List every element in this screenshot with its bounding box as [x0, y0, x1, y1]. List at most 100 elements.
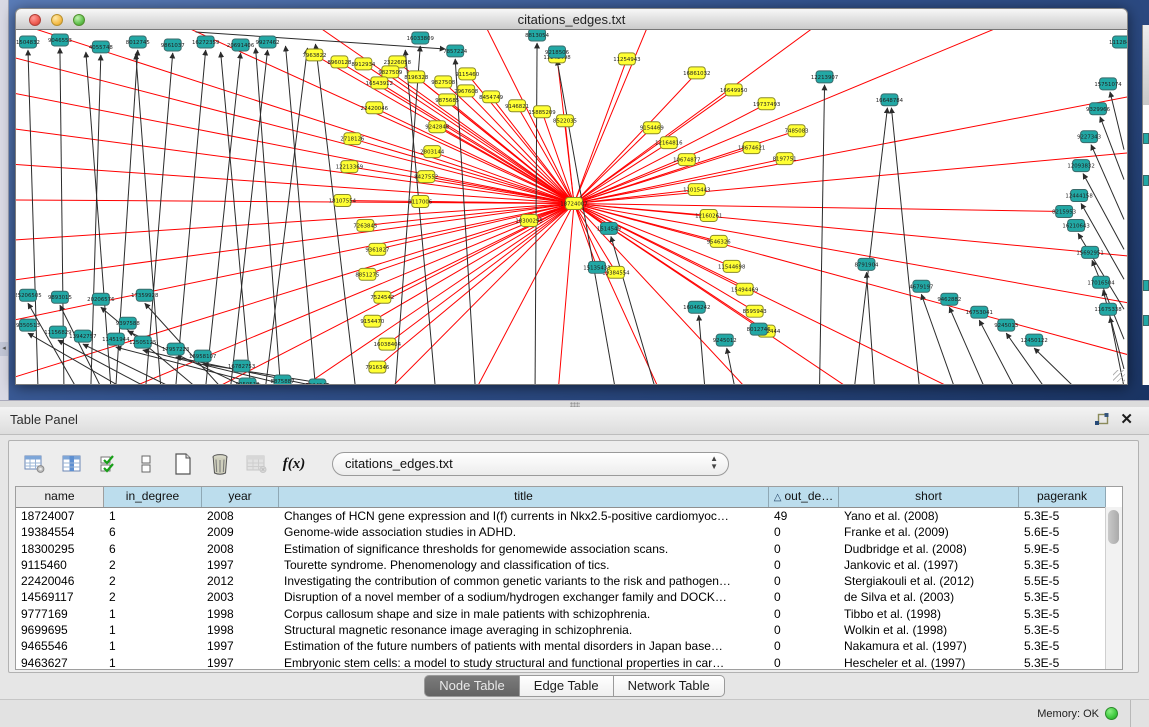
- network-node[interactable]: 15692951: [1076, 246, 1103, 258]
- network-node[interactable]: 8851275: [355, 268, 379, 280]
- minimize-button[interactable]: [51, 14, 63, 26]
- network-node[interactable]: 16272359: [192, 36, 220, 48]
- network-node[interactable]: 9361827: [365, 243, 389, 255]
- network-node[interactable]: 11156829: [44, 326, 72, 338]
- tab-network-table[interactable]: Network Table: [614, 675, 725, 697]
- network-window-titlebar[interactable]: citations_edges.txt: [15, 8, 1128, 30]
- network-node[interactable]: 17016504: [1087, 276, 1115, 288]
- network-node[interactable]: 9146821: [505, 100, 529, 112]
- panel-collapse-handle[interactable]: ◂: [0, 342, 8, 356]
- network-node[interactable]: 17957223: [162, 343, 189, 355]
- table-settings-button[interactable]: [22, 451, 48, 477]
- table-row[interactable]: 1872400712008Changes of HCN gene express…: [16, 508, 1122, 524]
- network-node[interactable]: 12444158: [1065, 190, 1093, 202]
- table-row[interactable]: 911546021997Tourette syndrome. Phenomeno…: [16, 557, 1122, 573]
- function-builder-button[interactable]: f(x): [281, 451, 307, 477]
- split-divider[interactable]: [0, 400, 1149, 407]
- float-window-icon[interactable]: [1094, 413, 1109, 428]
- network-node[interactable]: 11015443: [683, 184, 710, 196]
- row-options-button[interactable]: [133, 451, 159, 477]
- zoom-button[interactable]: [73, 14, 85, 26]
- network-node[interactable]: 16648784: [876, 94, 904, 106]
- network-node[interactable]: 8454749: [479, 91, 504, 103]
- network-node[interactable]: 4679197: [909, 280, 933, 292]
- table-row[interactable]: 1456911722003Disruption of a novel membe…: [16, 589, 1122, 605]
- network-node[interactable]: 9397588: [116, 317, 141, 329]
- network-node[interactable]: 9154470: [360, 315, 385, 327]
- network-node[interactable]: 7963822: [302, 49, 326, 61]
- network-node[interactable]: 7524542: [370, 291, 394, 303]
- column-header-pagerank[interactable]: pagerank: [1019, 487, 1106, 507]
- network-node[interactable]: 8196328: [404, 71, 429, 83]
- network-node[interactable]: 16038404: [374, 338, 402, 350]
- network-node[interactable]: 16210643: [1062, 219, 1089, 231]
- network-node[interactable]: 9046553: [48, 34, 72, 46]
- network-node[interactable]: 12505125: [129, 336, 156, 348]
- table-row[interactable]: 969969511998Structural magnetic resonanc…: [16, 622, 1122, 638]
- network-node[interactable]: 2803144: [420, 146, 445, 158]
- network-node[interactable]: 8427552: [414, 171, 438, 183]
- network-node[interactable]: 9827508: [431, 76, 456, 88]
- network-node[interactable]: 8215953: [1052, 206, 1076, 218]
- network-node[interactable]: 7263845: [353, 219, 377, 231]
- column-visibility-button[interactable]: [96, 451, 122, 477]
- network-node[interactable]: 7485083: [785, 125, 809, 137]
- network-node[interactable]: 8595943: [743, 305, 767, 317]
- network-canvas[interactable]: 1872400779638228960128891293423226058982…: [16, 30, 1127, 384]
- network-node[interactable]: 4055748: [89, 41, 114, 53]
- network-node[interactable]: 16046242: [683, 301, 710, 313]
- network-node[interactable]: 9350513: [16, 319, 40, 331]
- network-node[interactable]: 7857224: [443, 45, 468, 57]
- network-node[interactable]: 16649950: [720, 84, 748, 96]
- network-node[interactable]: 11451944: [102, 333, 130, 345]
- network-node[interactable]: 18674621: [738, 142, 765, 154]
- network-node[interactable]: 9115460: [455, 68, 480, 80]
- network-node[interactable]: 11675338: [1094, 303, 1122, 315]
- vertical-scrollbar[interactable]: [1105, 507, 1122, 669]
- network-node[interactable]: 22420046: [361, 102, 389, 114]
- table-row[interactable]: 946362711997Embryonic stem cells: a mode…: [16, 655, 1122, 671]
- network-node[interactable]: 8791904: [854, 258, 879, 270]
- network-node[interactable]: 19737493: [753, 98, 780, 110]
- select-column-button[interactable]: [59, 451, 85, 477]
- table-row[interactable]: 946554611997Estimation of the future num…: [16, 638, 1122, 654]
- network-node[interactable]: 8875887: [271, 375, 295, 384]
- network-node[interactable]: 8813054: [525, 30, 550, 41]
- table-row[interactable]: 977716911998Corpus callosum shape and si…: [16, 606, 1122, 622]
- network-node[interactable]: 8012745: [126, 36, 150, 48]
- network-node[interactable]: 9927462: [256, 36, 280, 48]
- delete-table-button[interactable]: [207, 451, 233, 477]
- network-node[interactable]: 12450122: [1020, 334, 1047, 346]
- network-node[interactable]: 8960128: [327, 56, 352, 68]
- table-row[interactable]: 1830029562008Estimation of significance …: [16, 541, 1122, 557]
- scrollbar-thumb[interactable]: [1108, 510, 1119, 544]
- network-node[interactable]: 15494469: [731, 283, 759, 295]
- network-node[interactable]: 20691406: [227, 39, 255, 51]
- close-button[interactable]: [29, 14, 41, 26]
- network-node[interactable]: 8117006: [408, 196, 433, 208]
- network-node[interactable]: 15885209: [528, 106, 556, 118]
- network-node[interactable]: 9861037: [161, 39, 185, 51]
- table-selector-dropdown[interactable]: citations_edges.txt ▲▼: [332, 452, 729, 476]
- network-window[interactable]: citations_edges.txt 18724007796382289601…: [15, 8, 1128, 385]
- tab-edge-table[interactable]: Edge Table: [520, 675, 614, 697]
- network-node[interactable]: 9329966: [1086, 103, 1111, 115]
- network-node[interactable]: 25206505: [16, 289, 42, 301]
- column-header-title[interactable]: title: [279, 487, 769, 507]
- network-node[interactable]: 9245013: [994, 319, 1018, 331]
- network-node[interactable]: 7916346: [365, 361, 390, 373]
- network-node[interactable]: 15751074: [1094, 78, 1122, 90]
- network-node[interactable]: 9227343: [1077, 131, 1101, 143]
- network-node[interactable]: 12164816: [655, 137, 683, 149]
- network-node[interactable]: 2967608: [454, 85, 479, 97]
- tab-node-table[interactable]: Node Table: [424, 675, 520, 697]
- column-header-in_degree[interactable]: in_degree: [104, 487, 202, 507]
- network-node[interactable]: 8197751: [773, 153, 797, 165]
- column-header-out_de[interactable]: △out_de…: [769, 487, 839, 507]
- network-node[interactable]: 12093832: [1067, 160, 1094, 172]
- network-node[interactable]: 1112845: [1109, 36, 1127, 48]
- network-node[interactable]: 11254943: [613, 53, 640, 65]
- network-node[interactable]: 7524543: [305, 379, 329, 384]
- network-node[interactable]: 16861032: [683, 67, 710, 79]
- network-node[interactable]: 12213907: [811, 71, 838, 83]
